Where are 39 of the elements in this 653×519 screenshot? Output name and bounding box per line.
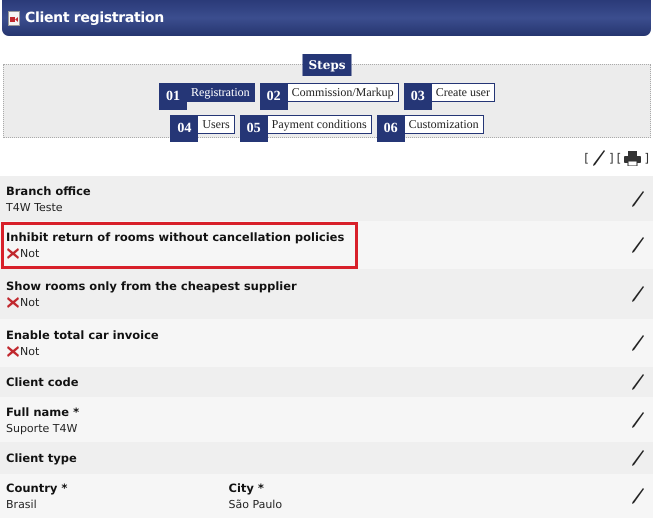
step-tab[interactable]: 03 Create user <box>404 83 495 110</box>
field-value: Not <box>20 296 40 309</box>
field-value: São Paulo <box>228 498 284 511</box>
cross-icon <box>6 247 20 260</box>
pencil-icon[interactable] <box>631 449 645 467</box>
pencil-icon[interactable] <box>592 149 606 167</box>
steps-title: Steps <box>302 54 352 76</box>
field-label: Full name * <box>6 404 80 418</box>
field-label: Enable total car invoice <box>6 328 160 342</box>
document-icon <box>8 10 20 26</box>
printer-icon[interactable] <box>624 150 642 166</box>
bracket: ] <box>608 151 614 165</box>
pencil-icon[interactable] <box>631 334 645 352</box>
field-label: Branch office <box>6 184 92 198</box>
page-title: Client registration <box>25 10 164 26</box>
pencil-icon[interactable] <box>631 410 645 428</box>
bracket: ] <box>644 151 649 165</box>
field-label: City * <box>228 481 265 495</box>
field-value: Brasil <box>6 498 38 511</box>
pencil-icon[interactable] <box>631 285 645 303</box>
field-value: Suporte T4W <box>6 422 78 434</box>
field-label: Client code <box>6 375 80 389</box>
step-tab[interactable]: 01 Registration <box>159 83 255 110</box>
bracket: [ <box>584 151 589 165</box>
field-value: Not <box>20 247 40 260</box>
pencil-icon[interactable] <box>631 487 645 505</box>
cross-icon <box>6 345 20 358</box>
field-label: Show rooms only from the cheapest supplier <box>6 279 298 293</box>
pencil-icon[interactable] <box>631 373 645 391</box>
field-label: Inhibit return of rooms without cancellation policies <box>6 230 346 244</box>
field-label: Country * <box>6 481 68 495</box>
field-value: Not <box>20 345 40 358</box>
field-value: T4W Teste <box>6 200 63 214</box>
field-label: Client type <box>6 451 78 465</box>
pencil-icon[interactable] <box>631 236 645 254</box>
pencil-icon[interactable] <box>631 190 645 208</box>
bracket: [ <box>616 151 622 165</box>
cross-icon <box>6 296 20 309</box>
step-tab[interactable]: 04 Users <box>170 115 235 142</box>
